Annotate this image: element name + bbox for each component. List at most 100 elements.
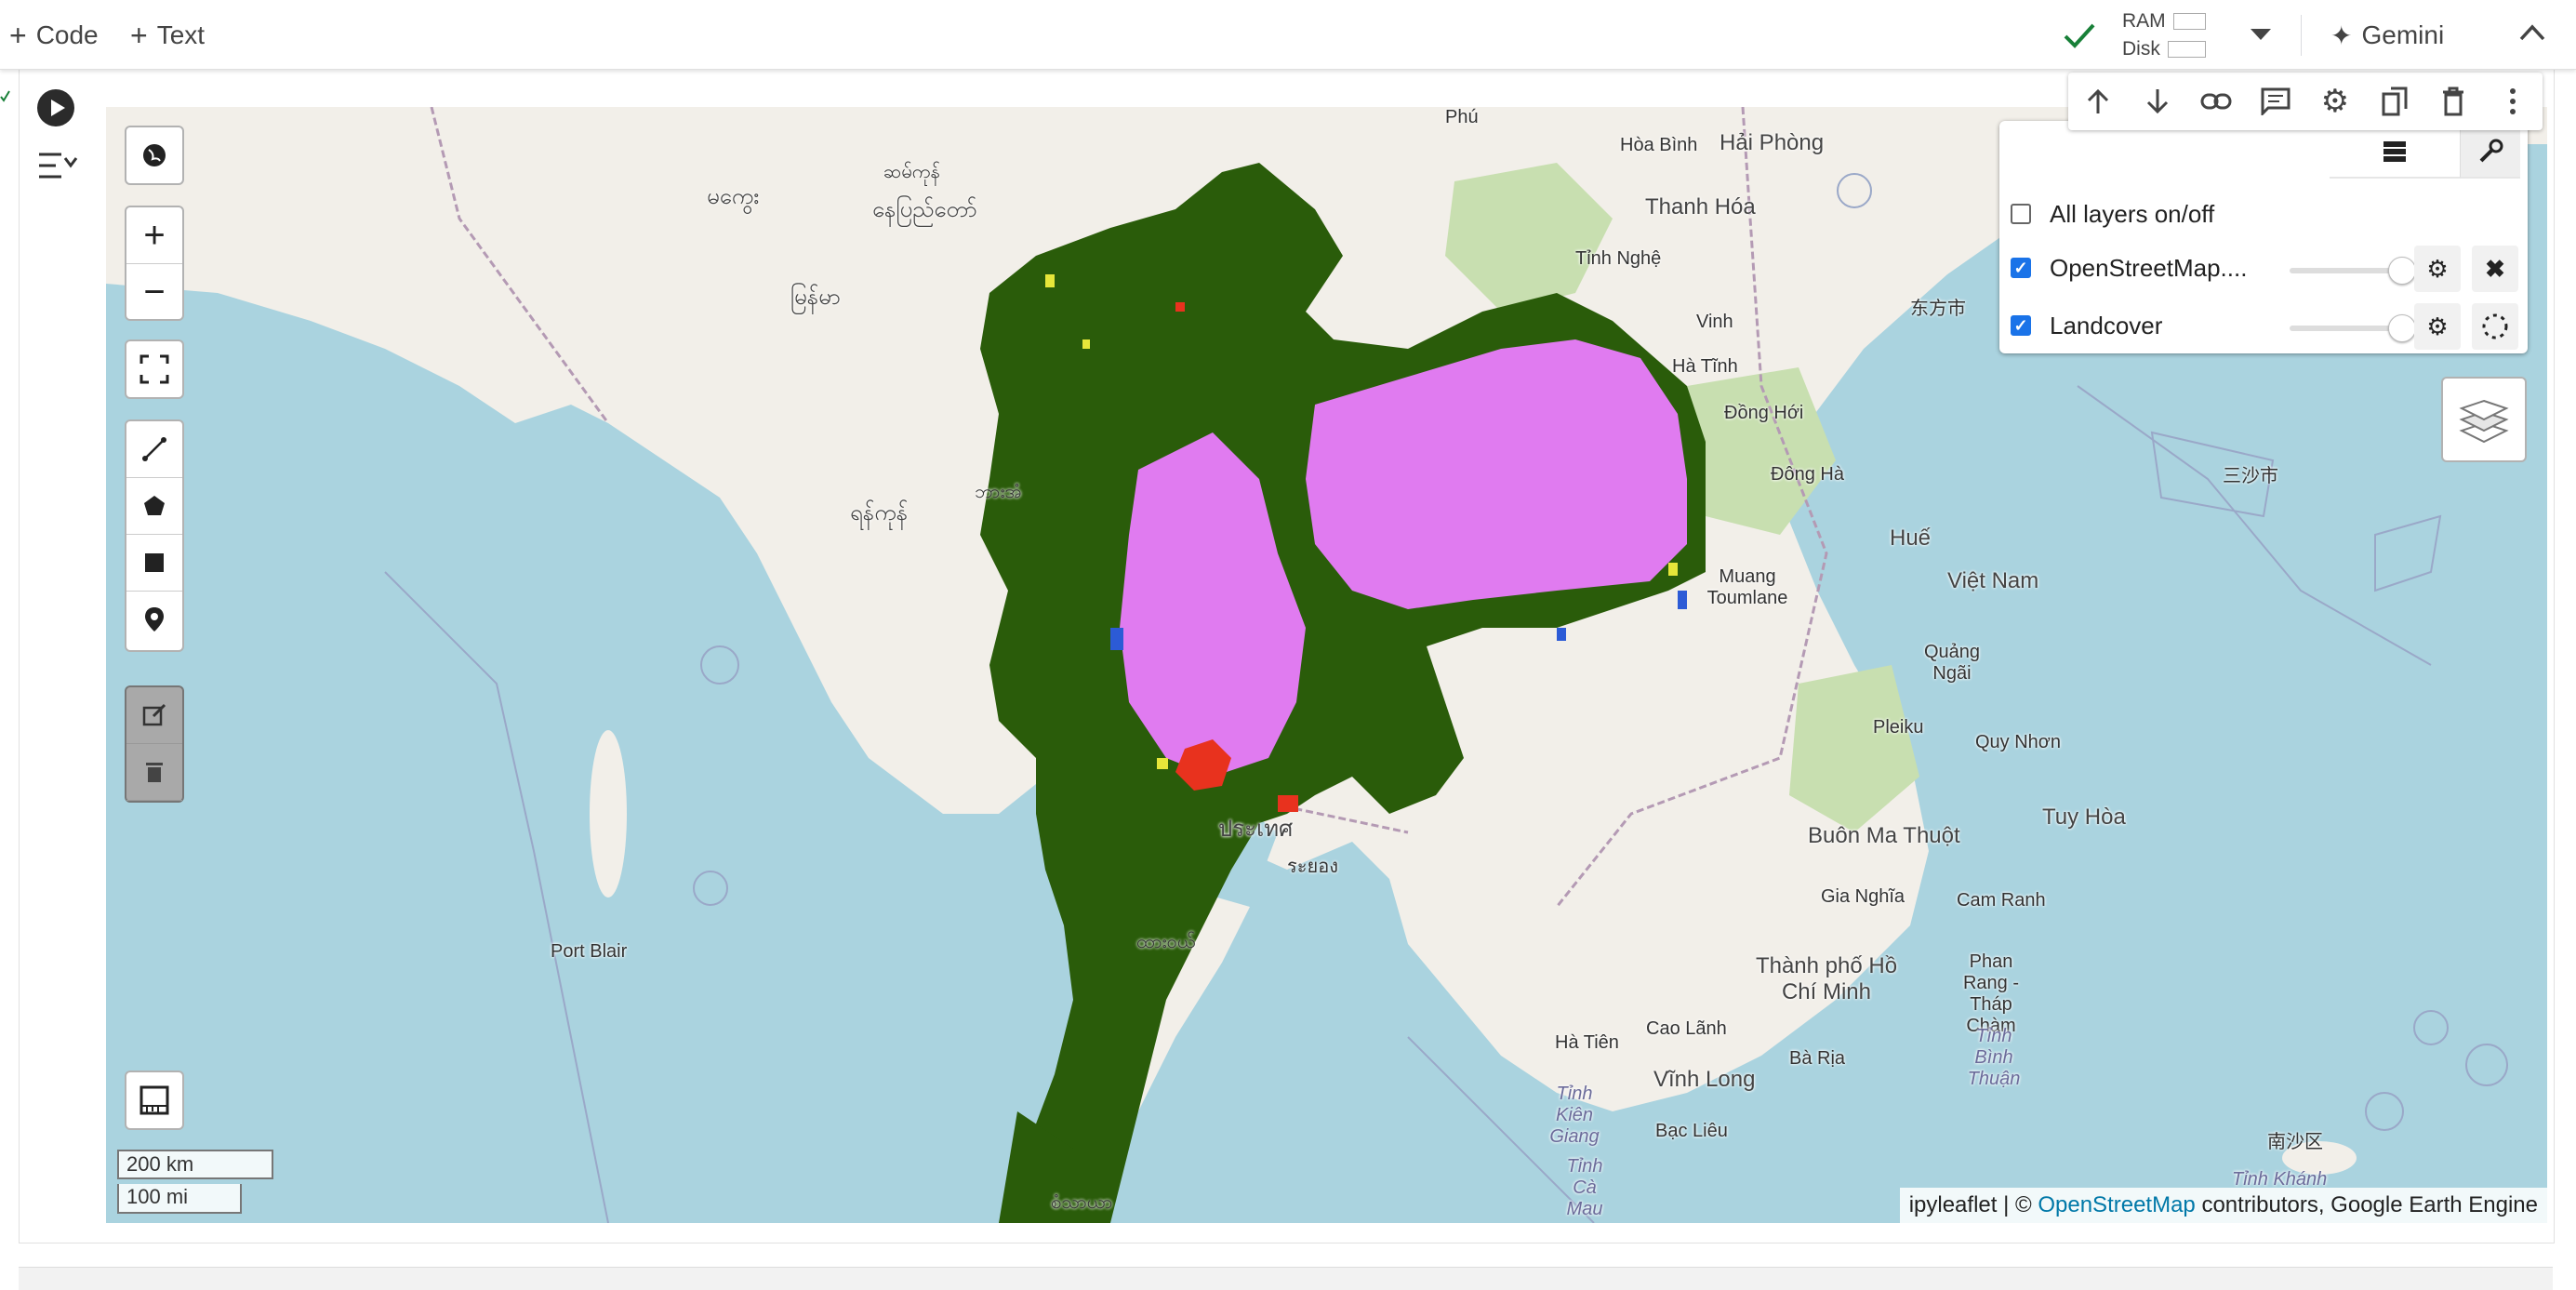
disk-label: Disk <box>2122 38 2160 60</box>
slider-knob[interactable] <box>2388 314 2416 342</box>
map-label: ထားဝယ် <box>1136 932 1196 952</box>
fullscreen-icon[interactable] <box>126 341 182 397</box>
edit-layers-button[interactable] <box>126 687 182 744</box>
add-text-label: Text <box>156 20 206 49</box>
openstreetmap-link[interactable]: OpenStreetMap <box>2038 1192 2195 1217</box>
output-options-icon[interactable] <box>37 149 78 182</box>
map-label: Tỉnh Kiên Giang <box>1549 1084 1600 1147</box>
map-label: Phan Rang - Tháp Chàm <box>1962 951 2020 1036</box>
layer-remove-button[interactable]: ✖ <box>2472 246 2518 292</box>
draw-marker-button[interactable] <box>126 592 182 647</box>
layer-checkbox[interactable]: ✓ <box>2011 315 2031 336</box>
server-icon <box>2383 141 2406 162</box>
map-label: မြန်မာ <box>790 285 841 310</box>
ram-label: RAM <box>2122 10 2166 32</box>
more-options-button[interactable] <box>2494 83 2531 120</box>
delete-layers-button[interactable] <box>126 744 182 801</box>
draw-rectangle-button[interactable] <box>126 535 182 592</box>
zoom-out-button[interactable]: − <box>126 264 182 320</box>
landcover-water <box>1110 628 1123 650</box>
trash-icon <box>2443 86 2464 116</box>
minus-icon: − <box>143 271 166 313</box>
draw-polyline-button[interactable] <box>126 421 182 478</box>
more-vert-icon <box>2510 88 2516 114</box>
all-layers-checkbox[interactable] <box>2011 204 2031 224</box>
map-label: Gia Nghĩa <box>1821 886 1905 907</box>
run-cell-button[interactable] <box>37 89 74 126</box>
next-cell-edge <box>19 1267 2553 1290</box>
tools-tab[interactable] <box>2460 126 2520 179</box>
fullscreen-control[interactable] <box>125 339 184 399</box>
gear-icon: ⚙ <box>2426 254 2449 283</box>
move-down-button[interactable] <box>2139 83 2176 120</box>
scale-mi: 100 mi <box>117 1184 242 1214</box>
map-label: ရန်ကုန် <box>850 500 909 525</box>
map-label: Vĩnh Long <box>1653 1067 1756 1092</box>
edit-toolbar <box>125 685 184 803</box>
map-label: Thanh Hóa <box>1645 194 1756 219</box>
all-layers-toggle[interactable]: All layers on/off <box>2011 193 2214 234</box>
mirror-cell-button[interactable] <box>2376 83 2413 120</box>
attribution-suffix: contributors, Google Earth Engine <box>2195 1192 2538 1217</box>
gear-icon: ⚙ <box>2426 312 2449 340</box>
delete-cell-button[interactable] <box>2435 83 2472 120</box>
resource-indicator[interactable]: RAM Disk <box>2122 7 2206 63</box>
layer-panel-tabs <box>2330 126 2525 179</box>
connected-check-icon <box>2064 23 2095 48</box>
landcover-grass <box>1157 758 1168 769</box>
layer-settings-button[interactable]: ⚙ <box>2414 303 2461 350</box>
landcover-water <box>1678 591 1687 609</box>
map-label: Tỉnh Cà Mau <box>1566 1156 1603 1219</box>
draw-toolbar <box>125 419 184 652</box>
wrench-icon <box>2479 139 2503 163</box>
mirror-icon <box>2382 86 2408 116</box>
layers-control[interactable] <box>2441 377 2527 462</box>
move-up-button[interactable] <box>2079 83 2117 120</box>
chevron-down-icon[interactable] <box>2249 26 2273 43</box>
map-label: ระยอง <box>1287 857 1338 877</box>
polygon-icon <box>144 496 165 515</box>
landcover-water <box>1557 628 1566 641</box>
copy-link-button[interactable] <box>2198 83 2235 120</box>
cell-actions-toolbar: ⚙ <box>2068 73 2543 130</box>
map-label: Hà Tiên <box>1555 1032 1619 1053</box>
landcover-urban <box>1175 302 1185 312</box>
comment-button[interactable] <box>2257 83 2294 120</box>
layer-loading-indicator <box>2472 303 2518 350</box>
map-label: Hà Tĩnh <box>1672 356 1738 377</box>
layer-settings-button[interactable]: ⚙ <box>2414 246 2461 292</box>
ram-bar <box>2172 13 2206 30</box>
draw-polygon-button[interactable] <box>126 478 182 535</box>
basemap-selector[interactable] <box>125 126 184 185</box>
landcover-grass <box>1045 274 1055 287</box>
layers-icon <box>2459 399 2509 444</box>
measure-control[interactable] <box>125 1071 184 1130</box>
comment-icon <box>2261 87 2291 115</box>
chevron-up-icon[interactable] <box>2518 22 2546 43</box>
map-label: ဘားအံ <box>975 482 1022 502</box>
map-label: 南沙区 <box>2267 1132 2323 1152</box>
arrow-up-icon <box>2087 88 2108 113</box>
layer-checkbox[interactable]: ✓ <box>2011 258 2031 278</box>
layer-opacity-slider[interactable] <box>2290 257 2416 285</box>
edit-icon <box>142 703 166 726</box>
zoom-in-button[interactable]: + <box>126 207 182 264</box>
globe-icon[interactable] <box>126 127 182 183</box>
rectangle-icon <box>145 553 164 572</box>
layers-tab[interactable] <box>2330 126 2460 179</box>
slider-knob[interactable] <box>2388 257 2416 285</box>
map-label: Thành phố Hồ Chí Minh <box>1755 953 1898 1004</box>
map-label: Buôn Ma Thuột <box>1808 823 1960 848</box>
add-text-button[interactable]: + Text <box>130 15 205 56</box>
layer-opacity-slider[interactable] <box>2290 314 2416 342</box>
add-code-button[interactable]: + Code <box>9 15 99 56</box>
ruler-icon[interactable] <box>126 1072 182 1128</box>
layer-manager-panel: All layers on/off ✓ OpenStreetMap.... ⚙ … <box>1999 121 2528 353</box>
trash-icon <box>146 763 163 782</box>
settings-button[interactable]: ⚙ <box>2317 83 2354 120</box>
disk-bar <box>2167 41 2206 58</box>
gemini-button[interactable]: ✦ Gemini <box>2330 15 2444 56</box>
zoom-control: + − <box>125 206 184 321</box>
layer-name: Landcover <box>2050 311 2163 339</box>
toolbar-divider <box>2301 15 2302 56</box>
